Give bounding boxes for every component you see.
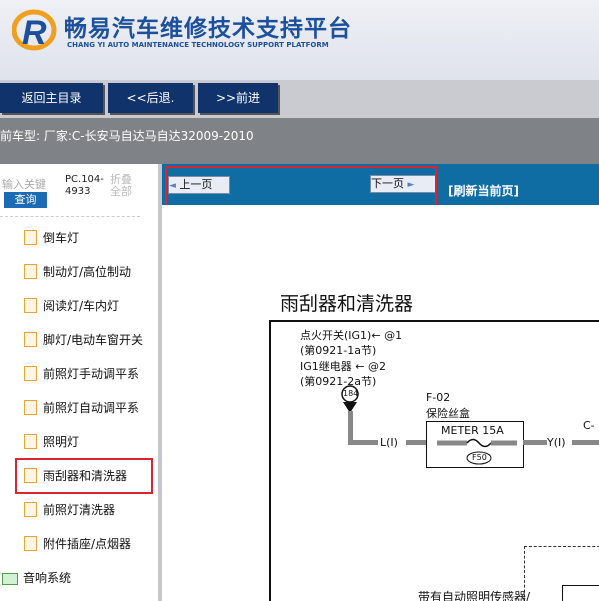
component-box <box>562 585 599 601</box>
ign-switch-label: 点火开关(IG1)← @1 <box>300 329 403 342</box>
ign-switch-section: (第0921-1a节) <box>300 344 377 357</box>
tree-item[interactable]: 阅读灯/车内灯 <box>24 297 119 319</box>
tree-item[interactable]: 前照灯手动调平系 <box>24 365 139 387</box>
fuse-box: METER 15A F50 <box>426 421 524 468</box>
wire-label-right: Y(I) <box>547 436 566 449</box>
sidebar: 输入关键 查询 PC.104- 4933 折叠 全部 倒车灯 制动灯/高位制动 … <box>0 164 158 601</box>
tree-item[interactable]: 制动灯/高位制动 <box>24 263 131 285</box>
folder-icon <box>2 572 18 585</box>
diagram-title: 雨刮器和清洗器 <box>280 293 414 315</box>
document-icon <box>24 332 37 347</box>
search-input[interactable]: 输入关键 <box>2 176 46 192</box>
app-header: R 畅易汽车维修技术支持平台 CHANG YI AUTO MAINTENANCE… <box>0 0 599 80</box>
tree-item[interactable]: 倒车灯 <box>24 229 79 251</box>
tree-item[interactable]: 照明灯 <box>24 433 79 455</box>
home-button[interactable]: 返回主目录 <box>0 83 103 113</box>
wire-segment <box>348 440 378 445</box>
query-button[interactable]: 查询 <box>4 192 47 208</box>
tree-item[interactable]: 前照灯清洗器 <box>24 501 115 523</box>
document-icon <box>24 536 37 551</box>
divider <box>0 216 140 217</box>
wire-segment <box>572 440 599 445</box>
app-title: 畅易汽车维修技术支持平台 <box>64 16 352 42</box>
logo-icon: R <box>12 9 57 52</box>
document-icon <box>24 434 37 449</box>
refresh-page-link[interactable]: [刷新当前页] <box>448 182 519 199</box>
svg-text:R: R <box>22 14 47 52</box>
toolbar-highlight <box>165 166 437 210</box>
document-icon <box>24 366 37 381</box>
connector-number: 184 <box>343 389 359 398</box>
wire-segment <box>523 440 547 445</box>
nav-bar: 返回主目录 <<后退. >>前进 <box>0 80 599 118</box>
sensor-label: 带有自动照明传感器/ <box>418 590 531 601</box>
fuse-box-label: 保险丝盒 <box>426 407 470 420</box>
breadcrumb: 前车型: 厂家:C-长安马自达马自达32009-2010 <box>0 118 599 164</box>
vehicle-model-text: 前车型: 厂家:C-长安马自达马自达32009-2010 <box>0 129 254 143</box>
tree-item[interactable]: 脚灯/电动车窗开关 <box>24 331 143 353</box>
back-button[interactable]: <<后退. <box>108 83 193 113</box>
fuse-code: F50 <box>472 453 487 462</box>
relay-label: IG1继电器 ← @2 <box>300 360 386 373</box>
selected-item-highlight <box>15 458 153 494</box>
document-icon <box>24 264 37 279</box>
tree-folder[interactable]: 音响系统 <box>2 569 71 586</box>
tree-item[interactable]: 前照灯自动调平系 <box>24 399 139 421</box>
document-icon <box>24 400 37 415</box>
wire-segment <box>406 440 426 445</box>
wire-label-left: L(I) <box>380 436 398 449</box>
document-icon <box>24 298 37 313</box>
document-icon <box>24 230 37 245</box>
fuse-id: F-02 <box>426 391 451 404</box>
forward-button[interactable]: >>前进 <box>198 83 278 113</box>
pc-code: PC.104- 4933 <box>65 174 104 197</box>
diagram-view: 雨刮器和清洗器 点火开关(IG1)← @1 (第0921-1a节) IG1继电器… <box>162 205 599 601</box>
app-subtitle: CHANG YI AUTO MAINTENANCE TECHNOLOGY SUP… <box>67 41 329 49</box>
tree-item[interactable]: 附件插座/点烟器 <box>24 535 131 557</box>
document-icon <box>24 502 37 517</box>
collapse-all-button[interactable]: 折叠 全部 <box>110 174 132 198</box>
connector-label-right: C- <box>583 419 595 432</box>
